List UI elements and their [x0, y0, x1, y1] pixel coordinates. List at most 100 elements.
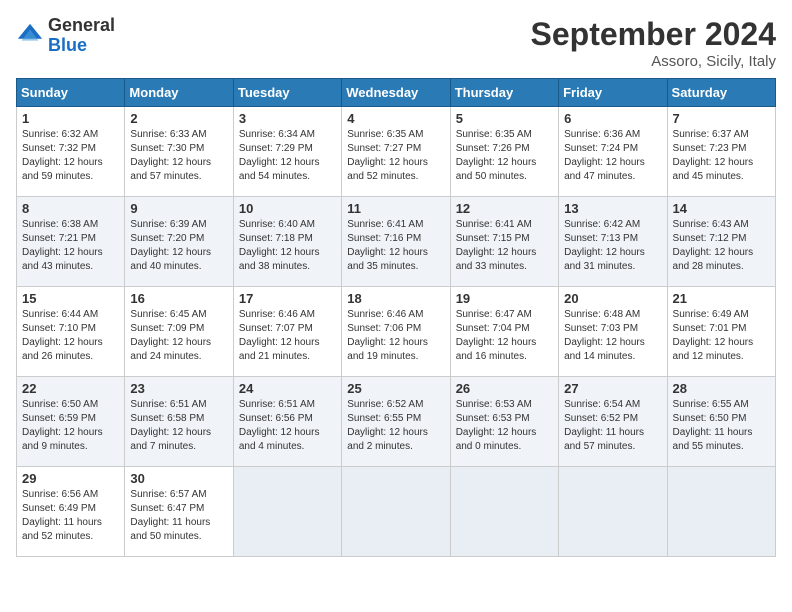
calendar-cell: 4 Sunrise: 6:35 AMSunset: 7:27 PMDayligh…: [342, 107, 450, 197]
day-number: 5: [456, 111, 553, 126]
logo-blue: Blue: [48, 35, 87, 55]
day-info: Sunrise: 6:48 AMSunset: 7:03 PMDaylight:…: [564, 309, 645, 362]
calendar-table: SundayMondayTuesdayWednesdayThursdayFrid…: [16, 78, 776, 557]
calendar-cell: 7 Sunrise: 6:37 AMSunset: 7:23 PMDayligh…: [667, 107, 775, 197]
day-number: 22: [22, 381, 119, 396]
day-info: Sunrise: 6:35 AMSunset: 7:26 PMDaylight:…: [456, 129, 537, 182]
day-number: 12: [456, 201, 553, 216]
day-number: 27: [564, 381, 661, 396]
calendar-cell: 22 Sunrise: 6:50 AMSunset: 6:59 PMDaylig…: [17, 377, 125, 467]
day-info: Sunrise: 6:32 AMSunset: 7:32 PMDaylight:…: [22, 129, 103, 182]
day-info: Sunrise: 6:33 AMSunset: 7:30 PMDaylight:…: [130, 129, 211, 182]
logo-general: General: [48, 15, 115, 35]
weekday-header-thursday: Thursday: [450, 79, 558, 107]
calendar-cell: 20 Sunrise: 6:48 AMSunset: 7:03 PMDaylig…: [559, 287, 667, 377]
day-number: 20: [564, 291, 661, 306]
calendar-cell: 6 Sunrise: 6:36 AMSunset: 7:24 PMDayligh…: [559, 107, 667, 197]
day-number: 2: [130, 111, 227, 126]
day-number: 18: [347, 291, 444, 306]
day-info: Sunrise: 6:39 AMSunset: 7:20 PMDaylight:…: [130, 219, 211, 272]
calendar-cell: 15 Sunrise: 6:44 AMSunset: 7:10 PMDaylig…: [17, 287, 125, 377]
calendar-cell: 23 Sunrise: 6:51 AMSunset: 6:58 PMDaylig…: [125, 377, 233, 467]
calendar-cell: [667, 467, 775, 557]
calendar-cell: 24 Sunrise: 6:51 AMSunset: 6:56 PMDaylig…: [233, 377, 341, 467]
day-number: 4: [347, 111, 444, 126]
day-number: 13: [564, 201, 661, 216]
day-info: Sunrise: 6:34 AMSunset: 7:29 PMDaylight:…: [239, 129, 320, 182]
title-block: September 2024 Assoro, Sicily, Italy: [531, 16, 776, 70]
calendar-cell: [233, 467, 341, 557]
day-info: Sunrise: 6:47 AMSunset: 7:04 PMDaylight:…: [456, 309, 537, 362]
logo: General Blue: [16, 16, 115, 56]
day-number: 3: [239, 111, 336, 126]
day-info: Sunrise: 6:35 AMSunset: 7:27 PMDaylight:…: [347, 129, 428, 182]
location-label: Assoro, Sicily, Italy: [531, 53, 776, 70]
weekday-header-tuesday: Tuesday: [233, 79, 341, 107]
calendar-cell: 25 Sunrise: 6:52 AMSunset: 6:55 PMDaylig…: [342, 377, 450, 467]
calendar-week-row: 15 Sunrise: 6:44 AMSunset: 7:10 PMDaylig…: [17, 287, 776, 377]
calendar-week-row: 29 Sunrise: 6:56 AMSunset: 6:49 PMDaylig…: [17, 467, 776, 557]
calendar-week-row: 1 Sunrise: 6:32 AMSunset: 7:32 PMDayligh…: [17, 107, 776, 197]
calendar-cell: 1 Sunrise: 6:32 AMSunset: 7:32 PMDayligh…: [17, 107, 125, 197]
logo-icon: [16, 22, 44, 50]
day-number: 8: [22, 201, 119, 216]
day-number: 30: [130, 471, 227, 486]
calendar-cell: 29 Sunrise: 6:56 AMSunset: 6:49 PMDaylig…: [17, 467, 125, 557]
calendar-cell: 3 Sunrise: 6:34 AMSunset: 7:29 PMDayligh…: [233, 107, 341, 197]
weekday-header-saturday: Saturday: [667, 79, 775, 107]
weekday-header-sunday: Sunday: [17, 79, 125, 107]
weekday-header-monday: Monday: [125, 79, 233, 107]
day-info: Sunrise: 6:51 AMSunset: 6:56 PMDaylight:…: [239, 399, 320, 452]
day-info: Sunrise: 6:40 AMSunset: 7:18 PMDaylight:…: [239, 219, 320, 272]
day-info: Sunrise: 6:37 AMSunset: 7:23 PMDaylight:…: [673, 129, 754, 182]
calendar-cell: 19 Sunrise: 6:47 AMSunset: 7:04 PMDaylig…: [450, 287, 558, 377]
day-info: Sunrise: 6:55 AMSunset: 6:50 PMDaylight:…: [673, 399, 753, 452]
day-info: Sunrise: 6:36 AMSunset: 7:24 PMDaylight:…: [564, 129, 645, 182]
day-number: 9: [130, 201, 227, 216]
day-number: 14: [673, 201, 770, 216]
calendar-cell: 10 Sunrise: 6:40 AMSunset: 7:18 PMDaylig…: [233, 197, 341, 287]
month-year-title: September 2024: [531, 16, 776, 53]
day-number: 16: [130, 291, 227, 306]
day-info: Sunrise: 6:43 AMSunset: 7:12 PMDaylight:…: [673, 219, 754, 272]
weekday-header-wednesday: Wednesday: [342, 79, 450, 107]
day-number: 10: [239, 201, 336, 216]
day-info: Sunrise: 6:50 AMSunset: 6:59 PMDaylight:…: [22, 399, 103, 452]
day-number: 21: [673, 291, 770, 306]
calendar-cell: 14 Sunrise: 6:43 AMSunset: 7:12 PMDaylig…: [667, 197, 775, 287]
day-number: 19: [456, 291, 553, 306]
calendar-cell: [450, 467, 558, 557]
day-number: 26: [456, 381, 553, 396]
day-info: Sunrise: 6:51 AMSunset: 6:58 PMDaylight:…: [130, 399, 211, 452]
calendar-cell: 13 Sunrise: 6:42 AMSunset: 7:13 PMDaylig…: [559, 197, 667, 287]
calendar-cell: 30 Sunrise: 6:57 AMSunset: 6:47 PMDaylig…: [125, 467, 233, 557]
calendar-cell: [559, 467, 667, 557]
calendar-week-row: 8 Sunrise: 6:38 AMSunset: 7:21 PMDayligh…: [17, 197, 776, 287]
day-info: Sunrise: 6:52 AMSunset: 6:55 PMDaylight:…: [347, 399, 428, 452]
day-info: Sunrise: 6:42 AMSunset: 7:13 PMDaylight:…: [564, 219, 645, 272]
day-info: Sunrise: 6:41 AMSunset: 7:16 PMDaylight:…: [347, 219, 428, 272]
calendar-cell: 27 Sunrise: 6:54 AMSunset: 6:52 PMDaylig…: [559, 377, 667, 467]
page-header: General Blue September 2024 Assoro, Sici…: [16, 16, 776, 70]
day-info: Sunrise: 6:45 AMSunset: 7:09 PMDaylight:…: [130, 309, 211, 362]
calendar-cell: 26 Sunrise: 6:53 AMSunset: 6:53 PMDaylig…: [450, 377, 558, 467]
calendar-cell: 2 Sunrise: 6:33 AMSunset: 7:30 PMDayligh…: [125, 107, 233, 197]
calendar-week-row: 22 Sunrise: 6:50 AMSunset: 6:59 PMDaylig…: [17, 377, 776, 467]
day-info: Sunrise: 6:57 AMSunset: 6:47 PMDaylight:…: [130, 489, 210, 542]
calendar-cell: 18 Sunrise: 6:46 AMSunset: 7:06 PMDaylig…: [342, 287, 450, 377]
day-number: 25: [347, 381, 444, 396]
day-number: 28: [673, 381, 770, 396]
calendar-cell: 16 Sunrise: 6:45 AMSunset: 7:09 PMDaylig…: [125, 287, 233, 377]
day-info: Sunrise: 6:38 AMSunset: 7:21 PMDaylight:…: [22, 219, 103, 272]
day-number: 1: [22, 111, 119, 126]
calendar-cell: 5 Sunrise: 6:35 AMSunset: 7:26 PMDayligh…: [450, 107, 558, 197]
day-number: 29: [22, 471, 119, 486]
calendar-cell: 11 Sunrise: 6:41 AMSunset: 7:16 PMDaylig…: [342, 197, 450, 287]
day-number: 6: [564, 111, 661, 126]
day-number: 24: [239, 381, 336, 396]
calendar-cell: 21 Sunrise: 6:49 AMSunset: 7:01 PMDaylig…: [667, 287, 775, 377]
day-info: Sunrise: 6:53 AMSunset: 6:53 PMDaylight:…: [456, 399, 537, 452]
day-info: Sunrise: 6:44 AMSunset: 7:10 PMDaylight:…: [22, 309, 103, 362]
day-info: Sunrise: 6:54 AMSunset: 6:52 PMDaylight:…: [564, 399, 644, 452]
day-info: Sunrise: 6:46 AMSunset: 7:07 PMDaylight:…: [239, 309, 320, 362]
